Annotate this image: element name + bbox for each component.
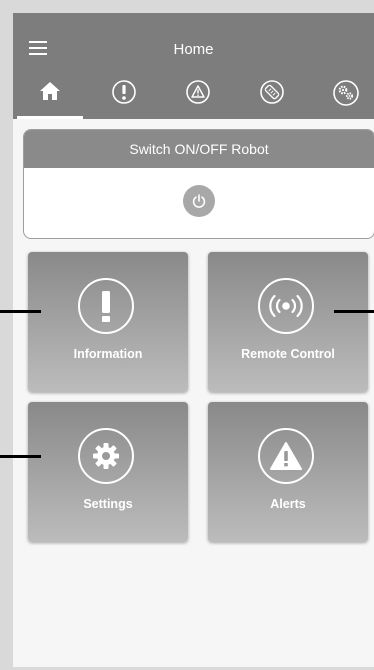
- page-title: Home: [173, 41, 214, 58]
- callout-line-settings: [13, 455, 41, 458]
- broadcast-icon: [258, 278, 314, 334]
- warning-triangle-icon: [258, 428, 314, 484]
- callout-line-information-stub: [0, 310, 13, 313]
- tab-alerts[interactable]: [161, 79, 235, 119]
- switch-robot-card: Switch ON/OFF Robot: [23, 129, 374, 239]
- callout-line-remote-control: [334, 310, 374, 313]
- information-tile[interactable]: Information: [28, 252, 188, 392]
- settings-tile[interactable]: Settings: [28, 402, 188, 542]
- tab-settings[interactable]: [309, 79, 374, 119]
- tab-home[interactable]: [13, 79, 87, 119]
- tab-bar: [13, 79, 374, 119]
- home-icon: [40, 82, 60, 100]
- exclamation-icon: [78, 278, 134, 334]
- switch-card-title: Switch ON/OFF Robot: [24, 130, 374, 168]
- power-icon: [192, 194, 206, 208]
- gear-icon: [78, 428, 134, 484]
- gears-icon: [333, 80, 359, 106]
- information-label: Information: [73, 347, 143, 361]
- tab-remote-control[interactable]: [235, 79, 309, 119]
- power-button[interactable]: [183, 185, 215, 217]
- tab-information[interactable]: [87, 79, 161, 119]
- remote-control-tile[interactable]: Remote Control: [208, 252, 368, 392]
- remote-icon: [260, 80, 284, 104]
- alerts-tile[interactable]: Alerts: [208, 402, 368, 542]
- settings-label: Settings: [83, 497, 133, 511]
- top-bar: Home: [13, 13, 374, 119]
- callout-line-settings-stub: [0, 455, 13, 458]
- callout-line-information: [13, 310, 41, 313]
- app-screen: Home Switch ON/OFF Robot Information Rem…: [13, 13, 374, 667]
- remote-control-label: Remote Control: [241, 347, 335, 361]
- exclamation-circle-icon: [112, 80, 136, 104]
- warning-triangle-icon: [186, 80, 210, 104]
- alerts-label: Alerts: [270, 497, 306, 511]
